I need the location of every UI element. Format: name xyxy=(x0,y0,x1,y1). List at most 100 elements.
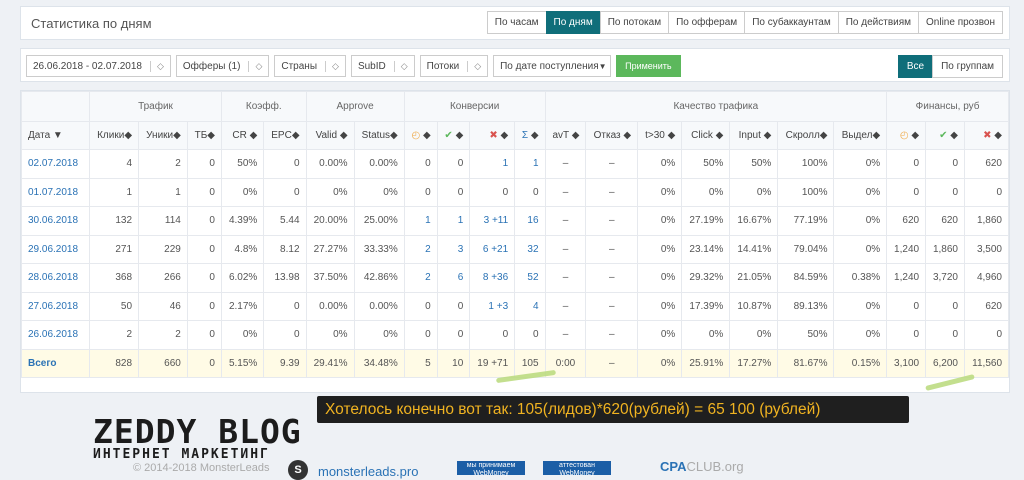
col-fin-rejected[interactable]: ✖ ◆ xyxy=(964,121,1009,150)
col-tb[interactable]: ТБ◆ xyxy=(186,121,222,150)
table-cell[interactable]: 1 xyxy=(403,206,438,236)
table-cell[interactable]: 8 +36 xyxy=(469,263,516,293)
col-pending[interactable]: ◴ ◆ xyxy=(403,121,438,150)
table-row: 01.07.2018 1 1 0 0% 0 0% 0% 0 0 0 0– –0% 0% 0% 100% 0% 0 0… xyxy=(21,177,1009,207)
table-cell: 0% xyxy=(637,177,683,207)
apply-button[interactable]: Применить xyxy=(616,55,681,77)
group-all-button[interactable]: Все xyxy=(897,55,934,78)
streams-filter[interactable]: Потоки ◇ xyxy=(419,55,489,77)
table-cell: 660 xyxy=(138,348,188,378)
table-cell: 25.91% xyxy=(681,348,731,378)
tab-by-offer[interactable]: По офферам xyxy=(668,11,746,34)
table-cell: 620 xyxy=(964,149,1009,179)
table-cell[interactable]: 1 +3 xyxy=(469,291,516,321)
col-rejected[interactable]: ✖ ◆ xyxy=(469,121,516,150)
table-cell: 0 xyxy=(186,206,222,236)
table-cell: 1 xyxy=(88,177,140,207)
table-cell: 0.00% xyxy=(305,291,355,321)
table-cell: 0 xyxy=(436,149,471,179)
table-cell[interactable]: 16 xyxy=(514,206,546,236)
countries-label: Страны xyxy=(281,60,318,72)
table-cell: 50% xyxy=(681,149,731,179)
table-cell: 37.50% xyxy=(305,263,355,293)
tab-by-hour[interactable]: По часам xyxy=(486,11,547,34)
table-cell: 0 xyxy=(186,149,222,179)
tab-by-day[interactable]: По дням xyxy=(545,11,601,34)
col-bounce[interactable]: Отказ ◆ xyxy=(585,121,639,150)
table-cell: 0% xyxy=(637,291,683,321)
cpa-text: CPA xyxy=(660,459,687,474)
group-by-button[interactable]: По группам xyxy=(932,55,1003,78)
table-cell: 21.05% xyxy=(729,263,779,293)
table-cell: 17.27% xyxy=(729,348,779,378)
table-row: 27.06.2018 50 46 0 2.17% 0 0.00% 0.00% 0 0 1 +3 4– –… xyxy=(21,291,1009,321)
table-cell: 229 xyxy=(138,234,188,264)
copyright: © 2014-2018 MonsterLeads xyxy=(133,462,270,474)
table-cell[interactable]: 1 xyxy=(436,206,471,236)
col-select[interactable]: Выдел◆ xyxy=(833,121,888,150)
tab-by-subaccount[interactable]: По субаккаунтам xyxy=(744,11,839,34)
sort-select[interactable]: По дате поступления ▼ xyxy=(493,55,612,77)
table-cell: 84.59% xyxy=(777,263,835,293)
col-avt[interactable]: avT ◆ xyxy=(544,121,587,150)
date-link[interactable]: 28.06.2018 xyxy=(21,263,90,293)
col-valid[interactable]: Valid ◆ xyxy=(305,121,355,150)
date-link[interactable]: 26.06.2018 xyxy=(21,320,90,350)
col-fin-approved[interactable]: ✔ ◆ xyxy=(925,121,965,150)
col-epc[interactable]: EPC◆ xyxy=(263,121,307,150)
table-cell: 42.86% xyxy=(353,263,405,293)
table-cell: 79.04% xyxy=(777,234,835,264)
date-link[interactable]: 29.06.2018 xyxy=(21,234,90,264)
table-cell[interactable]: 1 xyxy=(469,149,516,179)
table-cell: 0% xyxy=(220,320,265,350)
table-cell: 114 xyxy=(138,206,188,236)
table-cell: 0 xyxy=(186,291,222,321)
date-link[interactable]: 27.06.2018 xyxy=(21,291,90,321)
col-date[interactable]: Дата ▼ xyxy=(21,121,90,150)
col-status[interactable]: Status◆ xyxy=(353,121,405,150)
col-sum[interactable]: Σ ◆ xyxy=(514,121,546,150)
date-range-label: 26.06.2018 - 02.07.2018 xyxy=(33,60,142,72)
table-cell[interactable]: 4 xyxy=(514,291,546,321)
date-link[interactable]: 30.06.2018 xyxy=(21,206,90,236)
table-cell: – xyxy=(544,263,587,293)
countries-filter[interactable]: Страны ◇ xyxy=(274,55,346,77)
table-cell: 0% xyxy=(637,206,683,236)
table-cell[interactable]: 6 xyxy=(436,263,471,293)
col-click[interactable]: Click ◆ xyxy=(681,121,731,150)
tab-by-stream[interactable]: По потокам xyxy=(599,11,670,34)
tab-online-call[interactable]: Online прозвон xyxy=(918,11,1003,34)
table-cell[interactable]: 3 xyxy=(436,234,471,264)
webmoney-attest-badge[interactable]: аттестован WebMoney xyxy=(543,461,611,477)
table-cell: 11,560 xyxy=(964,348,1009,378)
col-fin-pending[interactable]: ◴ ◆ xyxy=(886,121,927,150)
filter-panel: 26.06.2018 - 02.07.2018 ◇ Офферы (1) ◇ Стр… xyxy=(20,48,1010,82)
webmoney-accept-badge[interactable]: мы принимаем WebMoney xyxy=(457,461,525,477)
table-cell[interactable]: 1 xyxy=(514,149,546,179)
tab-by-action[interactable]: По действиям xyxy=(837,11,920,34)
subid-filter[interactable]: SubID ◇ xyxy=(350,55,415,77)
table-cell[interactable]: 3 +11 xyxy=(469,206,516,236)
table-cell[interactable]: 52 xyxy=(514,263,546,293)
table-cell[interactable]: 32 xyxy=(514,234,546,264)
col-scroll[interactable]: Скролл◆ xyxy=(777,121,835,150)
table-cell: 100% xyxy=(777,177,835,207)
col-t30[interactable]: t>30 ◆ xyxy=(637,121,683,150)
table-cell[interactable]: 2 xyxy=(403,263,438,293)
date-link[interactable]: 01.07.2018 xyxy=(21,177,90,207)
table-cell: 14.41% xyxy=(729,234,779,264)
col-input[interactable]: Input ◆ xyxy=(729,121,779,150)
date-range-picker[interactable]: 26.06.2018 - 02.07.2018 ◇ xyxy=(26,55,171,77)
offers-filter[interactable]: Офферы (1) ◇ xyxy=(175,55,270,77)
col-uniques[interactable]: Уники◆ xyxy=(138,121,188,150)
table-cell[interactable]: 6 +21 xyxy=(469,234,516,264)
table-cell: 2 xyxy=(138,149,188,179)
col-cr[interactable]: CR ◆ xyxy=(220,121,265,150)
table-cell[interactable]: 2 xyxy=(403,234,438,264)
total-row: Всего 828 660 0 5.15% 9.39 29.41% 34.48% 5 10 19 +… xyxy=(21,348,1009,378)
date-link[interactable]: 02.07.2018 xyxy=(21,149,90,179)
cross-icon: ✖ xyxy=(983,130,992,141)
cpa-club-logo[interactable]: CPACLUB.org xyxy=(660,459,744,474)
col-clicks[interactable]: Клики◆ xyxy=(88,121,140,150)
col-approved[interactable]: ✔ ◆ xyxy=(436,121,471,150)
